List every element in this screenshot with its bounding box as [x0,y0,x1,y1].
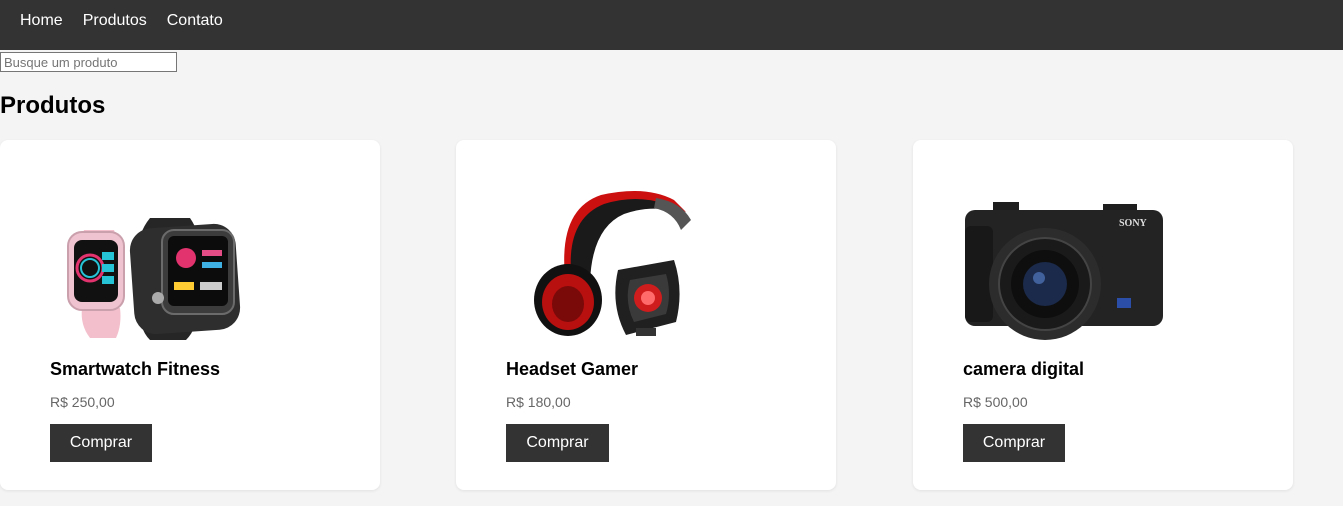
camera-image: SONY [963,190,1163,340]
nav-link-contato[interactable]: Contato [167,12,223,30]
product-card: Headset Gamer R$ 180,00 Comprar [456,140,836,490]
smartwatch-image [50,190,250,340]
page-title: Produtos [0,92,106,119]
camera-brand-text: SONY [1119,218,1148,229]
buy-button[interactable]: Comprar [50,424,152,462]
product-price: R$ 250,00 [50,394,115,410]
product-name: Smartwatch Fitness [50,359,221,379]
buy-button[interactable]: Comprar [963,424,1065,462]
product-price: R$ 500,00 [963,394,1028,410]
product-price: R$ 180,00 [506,394,571,410]
product-name: Headset Gamer [506,359,639,379]
product-card: SONY camera digital R$ 500,00 Comprar [913,140,1293,490]
headset-image [506,190,706,340]
nav-link-home[interactable]: Home [20,12,63,30]
top-navbar: Home Produtos Contato [0,0,1343,50]
product-card: Smartwatch Fitness R$ 250,00 Comprar [0,140,380,490]
nav-link-produtos[interactable]: Produtos [83,12,147,30]
search-input[interactable] [0,52,177,72]
buy-button[interactable]: Comprar [506,424,609,462]
product-name: camera digital [963,359,1085,379]
